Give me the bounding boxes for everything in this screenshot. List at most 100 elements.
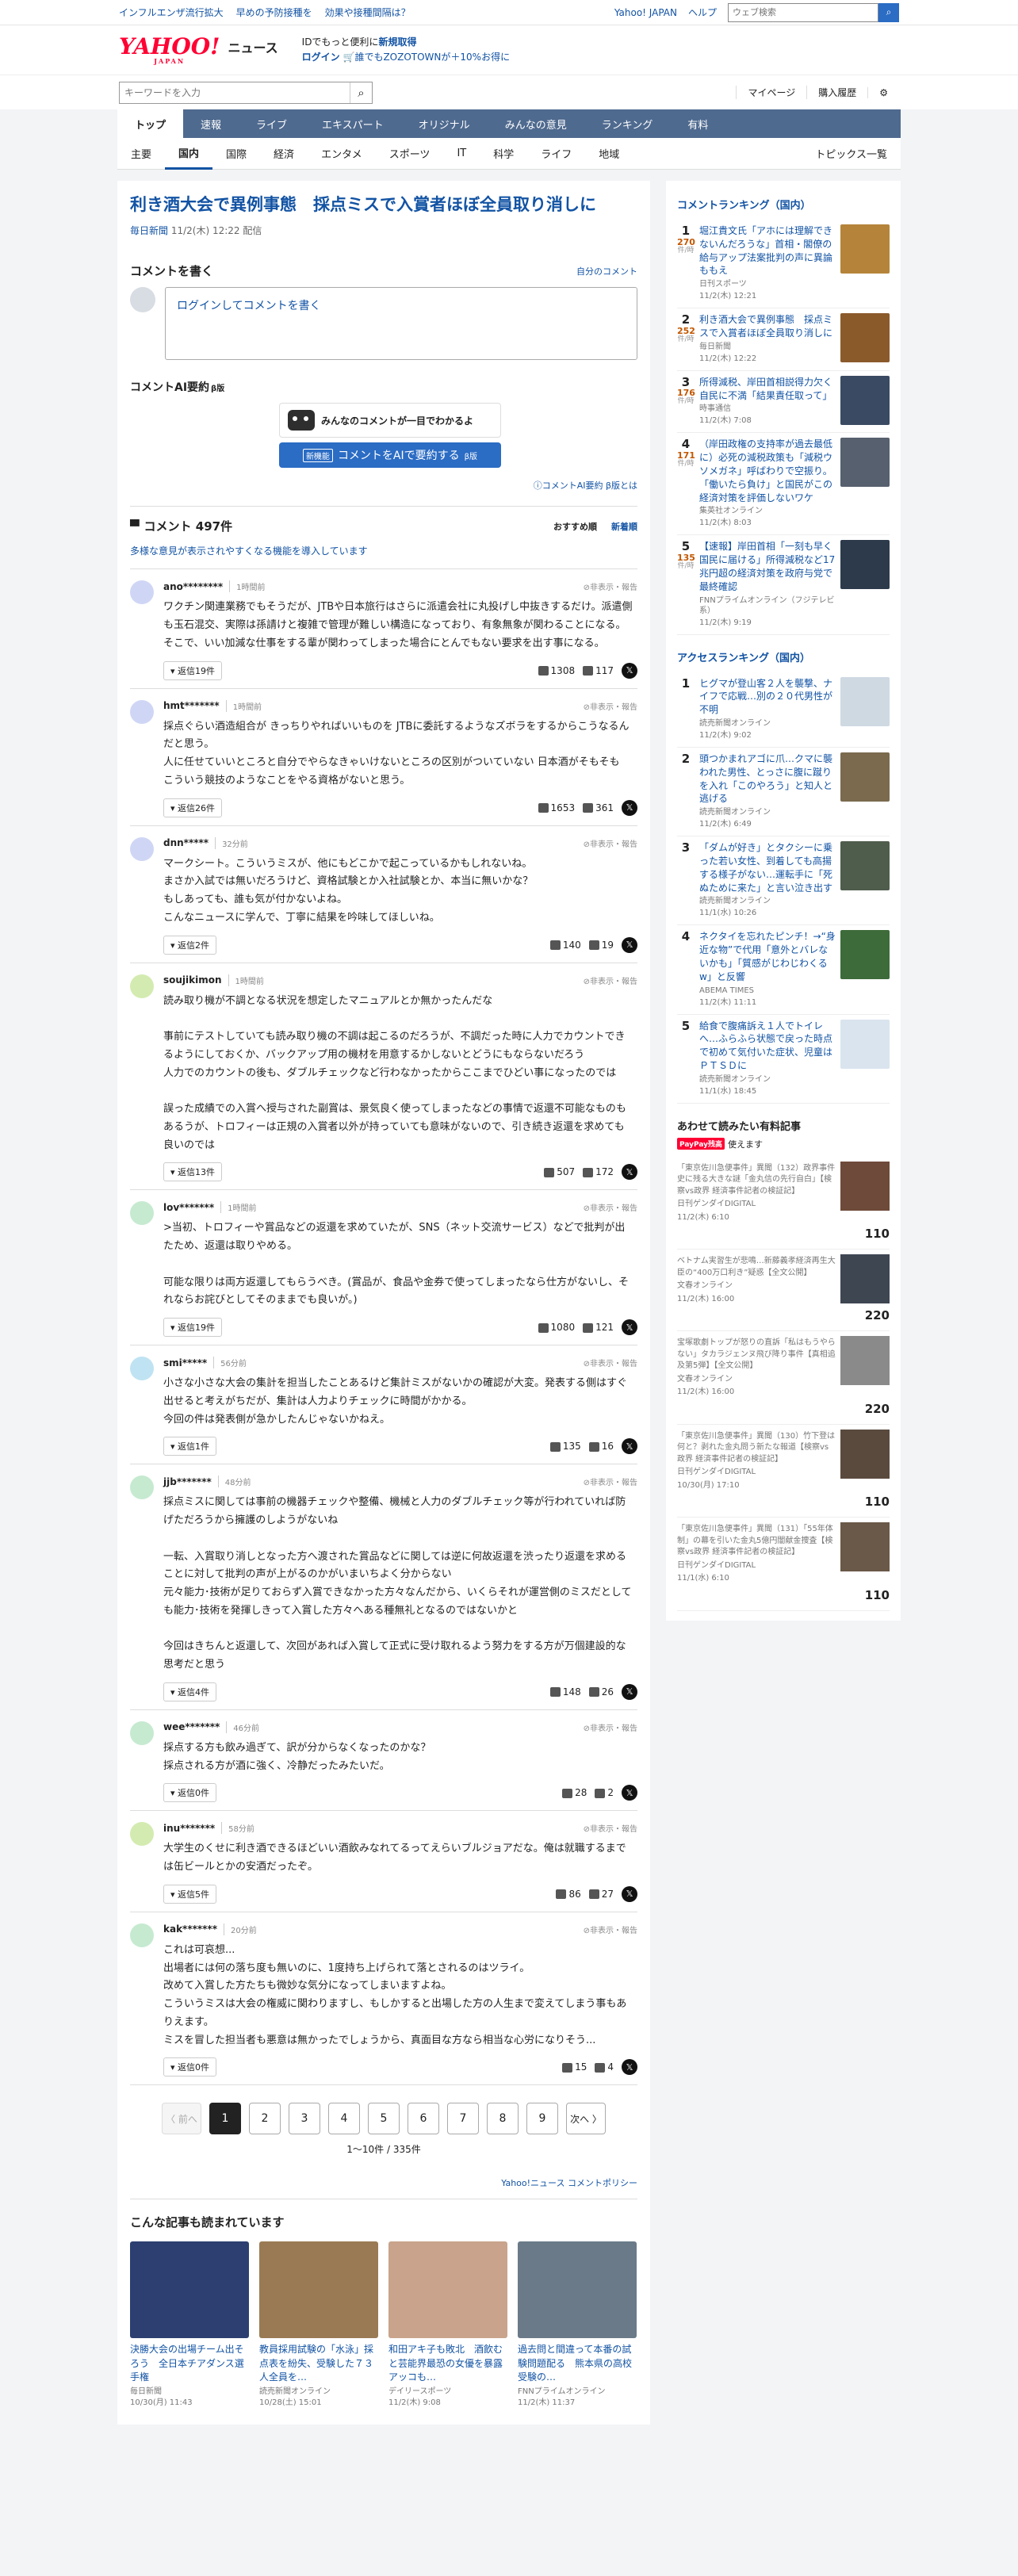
- card-thumbnail[interactable]: [130, 2241, 249, 2339]
- paid-thumbnail[interactable]: [840, 1522, 890, 1572]
- article-source[interactable]: 毎日新聞: [130, 225, 168, 236]
- ranking-item[interactable]: 2 252 件/時 利き酒大会で異例事態 採点ミスで入賞者ほぼ全員取り消しに 毎日新聞 …: [677, 308, 890, 371]
- upvote-button[interactable]: 28: [562, 1787, 587, 1798]
- report-link[interactable]: ⊘非表示・報告: [584, 1721, 637, 1733]
- yahoo-logo[interactable]: YAHOO! JAPAN: [119, 36, 220, 65]
- cat-domestic[interactable]: 国内: [165, 138, 213, 170]
- comment-user[interactable]: hmt*******: [163, 700, 220, 711]
- cat-local[interactable]: 地域: [585, 138, 633, 170]
- downvote-button[interactable]: 19: [588, 940, 614, 951]
- ranking-item[interactable]: 1 270 件/時 堀江貴文氏「アホには理解できないんだろうな」首相・閣僚の給与アップ…: [677, 220, 890, 309]
- page-8[interactable]: 8: [487, 2103, 519, 2135]
- page-7[interactable]: 7: [447, 2103, 479, 2135]
- trend-link-1[interactable]: インフルエンザ流行拡大: [119, 6, 224, 19]
- rank-title[interactable]: 堀江貴文氏「アホには理解できないんだろうな」首相・閣僚の給与アップ法案批判の声に…: [699, 224, 836, 278]
- report-link[interactable]: ⊘非表示・報告: [584, 1201, 637, 1213]
- cat-economy[interactable]: 経済: [260, 138, 308, 170]
- reply-toggle-button[interactable]: ▾ 返信2件: [163, 935, 217, 955]
- recommended-card[interactable]: 教員採用試験の「水泳」採点表を紛失、受験した７３人全員を… 読売新聞オンライン 10…: [259, 2241, 378, 2408]
- paid-title-wrap[interactable]: 「東京佐川急便事件」異聞（131）「55年体制」の幕を引いた金丸5億円闇献金捜査…: [677, 1522, 836, 1585]
- access-ranking-title[interactable]: アクセスランキング（国内）: [677, 649, 890, 664]
- upvote-button[interactable]: 1080: [538, 1322, 575, 1333]
- gear-icon[interactable]: ⚙: [867, 86, 899, 98]
- downvote-button[interactable]: 117: [583, 665, 614, 676]
- cat-science[interactable]: 科学: [480, 138, 527, 170]
- paid-title-wrap[interactable]: ベトナム実習生が悲鳴…新藤義孝経済再生大臣の“400万口利き”疑惑【全文公開】文…: [677, 1254, 836, 1305]
- paid-title-wrap[interactable]: 「東京佐川急便事件」異聞（130）竹下登は何と？剥れた金丸問う新たな報道【検察v…: [677, 1430, 836, 1492]
- rank-thumbnail[interactable]: [840, 375, 890, 425]
- downvote-button[interactable]: 2: [595, 1787, 614, 1798]
- paid-item[interactable]: 「東京佐川急便事件」異聞（130）竹下登は何と？剥れた金丸問う新たな報道【検察v…: [677, 1425, 890, 1518]
- reply-toggle-button[interactable]: ▾ 返信5件: [163, 1884, 217, 1904]
- ranking-item[interactable]: 5 135 件/時 【速報】岸田首相「一刻も早く国民に届ける」所得減税など17兆円超の…: [677, 535, 890, 635]
- access-item[interactable]: 2 頭つかまれアゴに爪…クマに襲われた男性、とっさに腹に蹴りを入れ「このやろう」と…: [677, 748, 890, 837]
- comment-user[interactable]: jjb*******: [163, 1476, 212, 1487]
- reply-toggle-button[interactable]: ▾ 返信13件: [163, 1162, 223, 1182]
- downvote-button[interactable]: 16: [588, 1441, 614, 1452]
- prev-page-button[interactable]: 〈 前へ: [162, 2103, 201, 2135]
- page-3[interactable]: 3: [289, 2103, 320, 2135]
- sort-recommended[interactable]: おすすめ順: [553, 520, 597, 533]
- avatar[interactable]: [130, 974, 154, 998]
- downvote-button[interactable]: 27: [588, 1889, 614, 1900]
- purchase-history-link[interactable]: 購入履歴: [806, 86, 867, 99]
- paid-thumbnail[interactable]: [840, 1336, 890, 1386]
- web-search-button[interactable]: ⌕: [878, 2, 899, 22]
- gnav-paid[interactable]: 有料: [670, 109, 725, 138]
- upvote-button[interactable]: 135: [549, 1441, 581, 1452]
- access-item[interactable]: 4 ネクタイを忘れたピンチ！→“身近な物”で代用「意外とバレないかも」「質感がじわ…: [677, 925, 890, 1015]
- downvote-button[interactable]: 121: [583, 1322, 614, 1333]
- gnav-original[interactable]: オリジナル: [401, 109, 488, 138]
- downvote-button[interactable]: 26: [588, 1686, 614, 1698]
- x-share-icon[interactable]: 𝕏: [622, 936, 637, 953]
- page-4[interactable]: 4: [328, 2103, 360, 2135]
- login-link[interactable]: ログイン: [302, 52, 340, 63]
- gnav-opinion[interactable]: みんなの意見: [488, 109, 584, 138]
- x-share-icon[interactable]: 𝕏: [622, 1785, 637, 1801]
- x-share-icon[interactable]: 𝕏: [622, 1885, 637, 1902]
- page-5[interactable]: 5: [368, 2103, 400, 2135]
- comment-user[interactable]: smi*****: [163, 1357, 207, 1368]
- report-link[interactable]: ⊘非表示・報告: [584, 1822, 637, 1834]
- paid-title-wrap[interactable]: 宝塚歌劇トップが怒りの直訴「私はもうやらない」タカラジェンヌ飛び降り事件【真相追…: [677, 1336, 836, 1399]
- paid-title-wrap[interactable]: 「東京佐川急便事件」異聞（132）政界事件史に残る大きな謎「金丸信の先行自白」【…: [677, 1162, 836, 1224]
- web-search-input[interactable]: [728, 2, 878, 22]
- avatar[interactable]: [130, 580, 154, 605]
- x-share-icon[interactable]: 𝕏: [622, 662, 637, 679]
- access-item[interactable]: 1 ヒグマが登山客２人を襲撃、ナイフで応戦…別の２０代男性が不明 読売新聞オンライン…: [677, 672, 890, 748]
- rank-title[interactable]: （岸田政権の支持率が過去最低に）必死の減税政策も「減税ウソメガネ」呼ばわりで空振…: [699, 438, 836, 504]
- report-link[interactable]: ⊘非表示・報告: [584, 580, 637, 592]
- yahoo-japan-link[interactable]: Yahoo! JAPAN: [614, 7, 677, 18]
- page-6[interactable]: 6: [408, 2103, 439, 2135]
- card-title[interactable]: 教員採用試験の「水泳」採点表を紛失、受験した７３人全員を…: [259, 2343, 378, 2384]
- cat-sports[interactable]: スポーツ: [376, 138, 444, 170]
- rank-thumbnail[interactable]: [840, 540, 890, 590]
- reply-toggle-button[interactable]: ▾ 返信0件: [163, 2057, 217, 2077]
- avatar[interactable]: [130, 1721, 154, 1745]
- reply-toggle-button[interactable]: ▾ 返信4件: [163, 1682, 217, 1701]
- rank-title[interactable]: 所得減税、岸田首相説得力欠く 自民に不満「結果責任取って」: [699, 376, 836, 403]
- upvote-button[interactable]: 1653: [538, 802, 575, 813]
- mypage-link[interactable]: マイページ: [736, 86, 806, 99]
- report-link[interactable]: ⊘非表示・報告: [584, 974, 637, 986]
- upvote-button[interactable]: 15: [562, 2061, 587, 2073]
- paid-item[interactable]: 宝塚歌劇トップが怒りの直訴「私はもうやらない」タカラジェンヌ飛び降り事件【真相追…: [677, 1331, 890, 1425]
- card-thumbnail[interactable]: [259, 2241, 378, 2339]
- upvote-button[interactable]: 1308: [538, 665, 575, 676]
- comment-user[interactable]: kak*******: [163, 1923, 217, 1935]
- avatar[interactable]: [130, 1357, 154, 1381]
- gnav-ranking[interactable]: ランキング: [584, 109, 671, 138]
- card-title[interactable]: 決勝大会の出場チーム出そろう 全日本チアダンス選手権: [130, 2343, 249, 2384]
- paid-item[interactable]: 「東京佐川急便事件」異聞（131）「55年体制」の幕を引いた金丸5億円闇献金捜査…: [677, 1518, 890, 1611]
- downvote-button[interactable]: 4: [595, 2061, 614, 2073]
- access-thumbnail[interactable]: [840, 752, 890, 802]
- cat-world[interactable]: 国際: [212, 138, 260, 170]
- access-thumbnail[interactable]: [840, 676, 890, 726]
- reply-toggle-button[interactable]: ▾ 返信26件: [163, 798, 223, 817]
- recommended-card[interactable]: 過去問と間違って本番の試験問題配る 熊本県の高校受験の… FNNプライムオンライン…: [518, 2241, 637, 2408]
- upvote-button[interactable]: 86: [556, 1889, 581, 1900]
- avatar[interactable]: [130, 1201, 154, 1226]
- access-title[interactable]: 給食で腹痛訴え１人でトイレへ…ふらふら状態で戻った時点で初めて気付いた症状、児童…: [699, 1020, 836, 1073]
- upvote-button[interactable]: 140: [549, 940, 581, 951]
- rank-title[interactable]: 利き酒大会で異例事態 採点ミスで入賞者ほぼ全員取り消しに: [699, 313, 836, 340]
